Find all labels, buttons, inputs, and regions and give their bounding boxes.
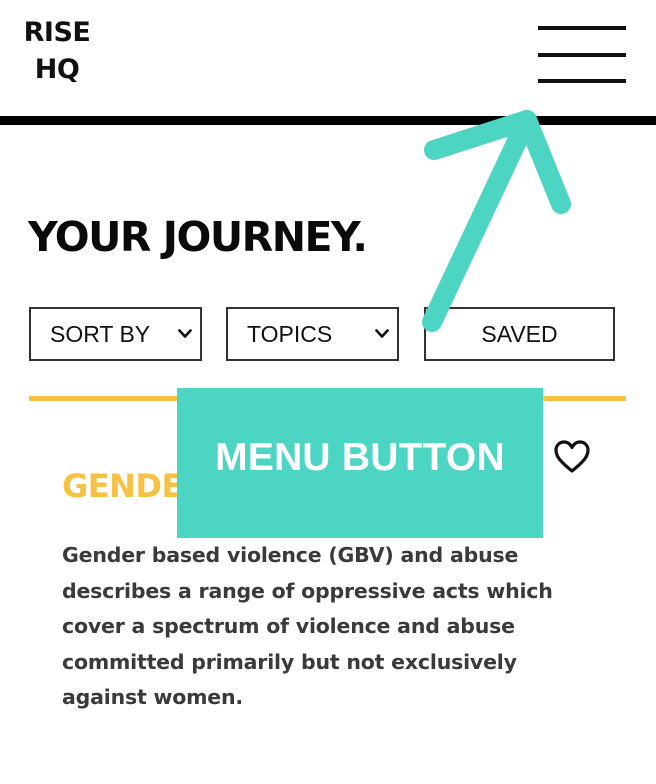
callout-label: MENU BUTTON <box>215 436 505 479</box>
saved-button[interactable]: SAVED <box>424 307 615 361</box>
page: RISE HQ YOUR JOURNEY. SORT BY TOPICS SAV… <box>0 0 656 784</box>
sort-by-label: SORT BY <box>50 321 151 347</box>
arrow-shape <box>422 110 571 332</box>
logo-line-1: RISE <box>23 17 91 48</box>
heart-outline-icon[interactable] <box>553 439 591 475</box>
hamburger-icon-bar-top <box>538 26 626 30</box>
saved-label: SAVED <box>481 321 558 347</box>
page-title: YOUR JOURNEY. <box>28 213 368 261</box>
topics-label: TOPICS <box>247 321 333 347</box>
chevron-down-icon <box>178 329 192 338</box>
logo[interactable]: RISE HQ <box>22 14 92 88</box>
sort-by-select[interactable]: SORT BY <box>29 307 202 361</box>
hamburger-icon-bar-middle <box>538 53 626 57</box>
logo-line-2: HQ <box>34 54 80 85</box>
card-title[interactable]: GENDE <box>62 467 183 505</box>
menu-button-callout: MENU BUTTON <box>177 388 543 538</box>
header-divider <box>0 116 656 125</box>
hamburger-icon-bar-bottom <box>538 79 626 83</box>
menu-button[interactable] <box>532 20 630 88</box>
card-description: Gender based violence (GBV) and abuse de… <box>62 543 553 709</box>
topics-select[interactable]: TOPICS <box>226 307 399 361</box>
chevron-down-icon <box>375 329 389 338</box>
